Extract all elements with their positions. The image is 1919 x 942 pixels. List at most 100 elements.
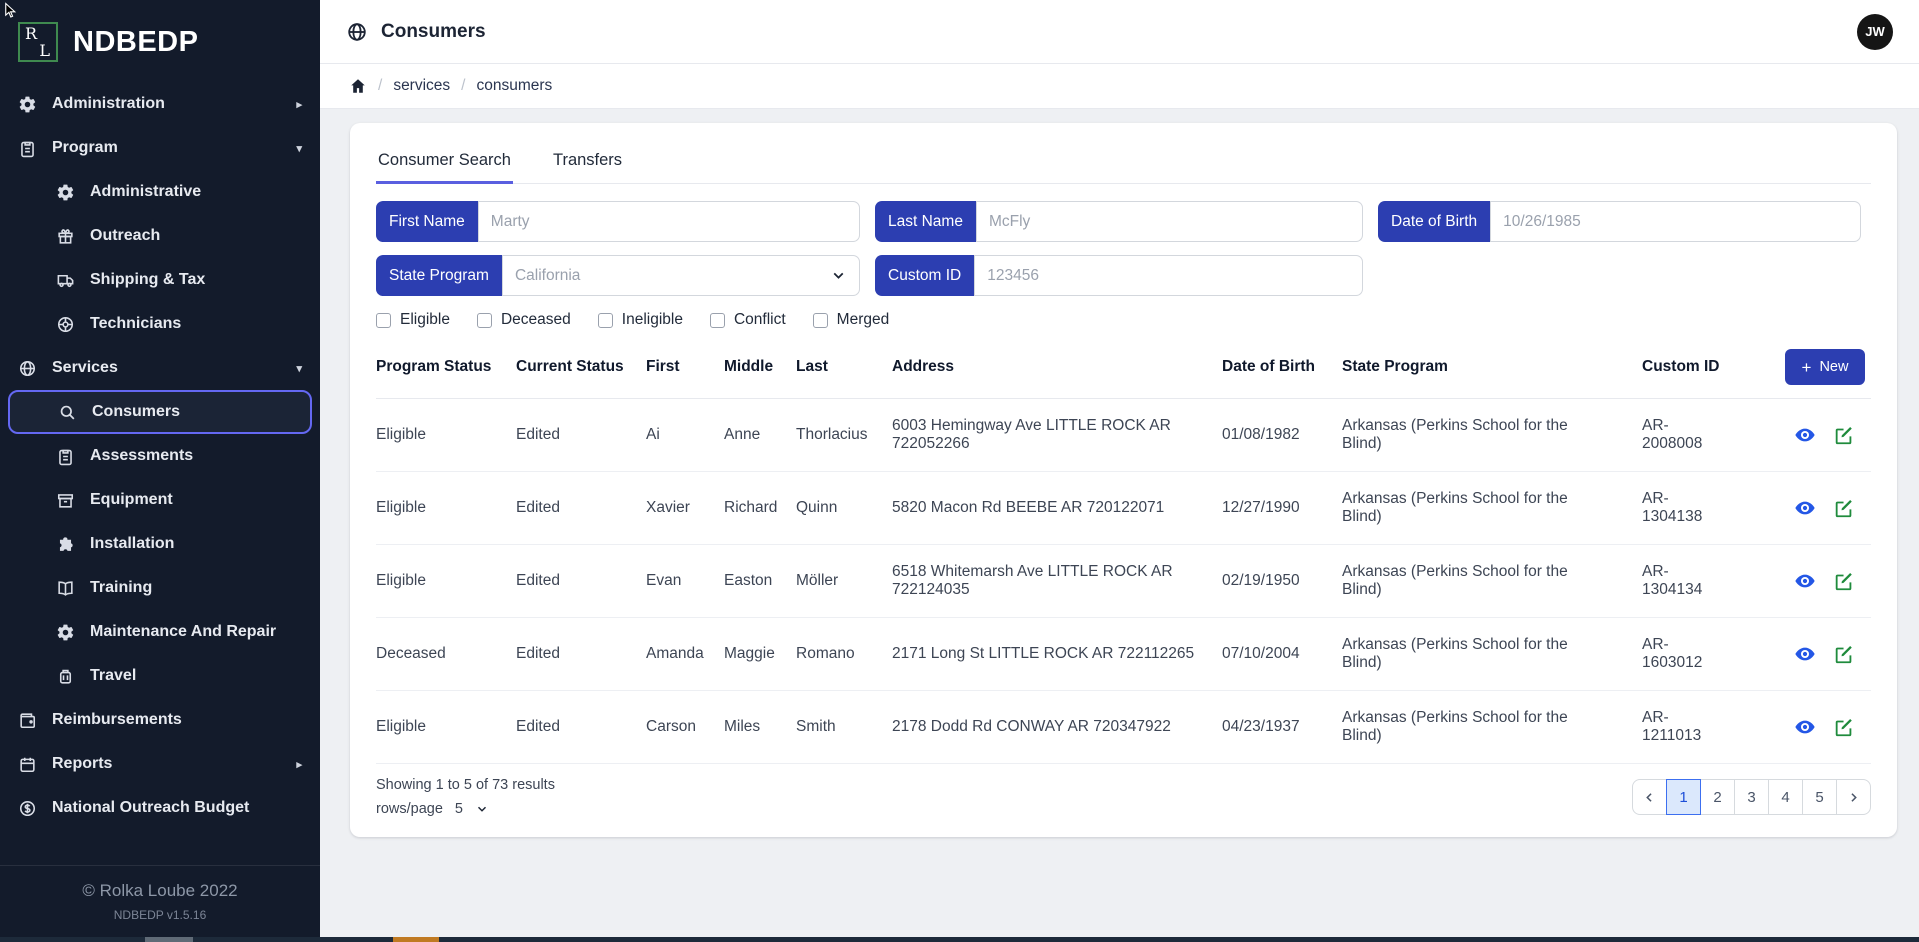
conflict-checkbox[interactable] — [710, 313, 725, 328]
cell-current-status: Edited — [516, 645, 646, 663]
sidebar-item-program[interactable]: Program — [0, 126, 320, 170]
sidebar-item-installation[interactable]: Installation — [0, 522, 320, 566]
table-header: Program Status Current Status First Midd… — [376, 335, 1871, 399]
sidebar-nav: Administration Program Administrative Ou… — [0, 82, 320, 865]
cell-current-status: Edited — [516, 499, 646, 517]
edit-button[interactable] — [1833, 570, 1855, 592]
cell-program-status: Eligible — [376, 718, 516, 736]
deceased-checkbox[interactable] — [477, 313, 492, 328]
sidebar-item-outreach[interactable]: Outreach — [0, 214, 320, 258]
copyright-text: © Rolka Loube 2022 — [0, 881, 320, 901]
state-program-select[interactable] — [502, 255, 860, 296]
eye-icon — [1794, 716, 1816, 738]
view-button[interactable] — [1794, 570, 1816, 592]
sidebar-item-label: Equipment — [90, 491, 173, 509]
cell-address: 6003 Hemingway Ave LITTLE ROCK AR 722052… — [892, 417, 1222, 453]
main-area: Consumers JW / services / consumers Cons… — [320, 0, 1919, 942]
sidebar-item-consumers[interactable]: Consumers — [8, 390, 312, 434]
cell-state-program: Arkansas (Perkins School for the Blind) — [1342, 417, 1590, 453]
sidebar-item-reimbursements[interactable]: Reimbursements — [0, 698, 320, 742]
next-page-button[interactable] — [1836, 779, 1871, 815]
edit-button[interactable] — [1833, 716, 1855, 738]
cell-custom-id: AR-2008008 — [1642, 417, 1706, 453]
first-name-input[interactable] — [478, 201, 860, 242]
previous-page-button[interactable] — [1632, 779, 1667, 815]
breadcrumb-services[interactable]: services — [393, 77, 450, 95]
checkbox-conflict: Conflict — [710, 311, 786, 329]
tab-transfers[interactable]: Transfers — [551, 141, 624, 183]
page-button-5[interactable]: 5 — [1802, 779, 1837, 815]
sidebar-item-technicians[interactable]: Technicians — [0, 302, 320, 346]
view-button[interactable] — [1794, 643, 1816, 665]
cell-dob: 07/10/2004 — [1222, 645, 1342, 663]
cell-last: Romano — [796, 645, 892, 663]
merged-checkbox[interactable] — [813, 313, 828, 328]
sidebar-item-services[interactable]: Services — [0, 346, 320, 390]
custom-id-input[interactable] — [974, 255, 1363, 296]
archive-icon — [56, 491, 75, 510]
sidebar-item-maintenance-and-repair[interactable]: Maintenance And Repair — [0, 610, 320, 654]
sidebar-item-travel[interactable]: Travel — [0, 654, 320, 698]
col-last: Last — [796, 358, 892, 376]
date-of-birth-input[interactable] — [1490, 201, 1861, 242]
sidebar-item-reports[interactable]: Reports — [0, 742, 320, 786]
edit-icon — [1833, 424, 1855, 446]
edit-button[interactable] — [1833, 643, 1855, 665]
sidebar-item-equipment[interactable]: Equipment — [0, 478, 320, 522]
cell-middle: Maggie — [724, 645, 796, 663]
cell-last: Smith — [796, 718, 892, 736]
col-date-of-birth: Date of Birth — [1222, 358, 1342, 376]
sidebar-item-training[interactable]: Training — [0, 566, 320, 610]
app-logo[interactable]: R L NDBEDP — [0, 0, 320, 78]
page-button-1[interactable]: 1 — [1666, 779, 1701, 815]
eye-icon — [1794, 424, 1816, 446]
page-button-4[interactable]: 4 — [1768, 779, 1803, 815]
sidebar: R L NDBEDP Administration Program Admini… — [0, 0, 320, 942]
page-button-3[interactable]: 3 — [1734, 779, 1769, 815]
view-button[interactable] — [1794, 497, 1816, 519]
bottom-bar-grey-segment — [145, 937, 193, 942]
last-name-label: Last Name — [875, 201, 976, 242]
sidebar-item-label: National Outreach Budget — [52, 799, 249, 817]
sidebar-item-label: Reports — [52, 755, 112, 773]
home-icon[interactable] — [349, 77, 367, 95]
cell-first: Ai — [646, 426, 724, 444]
cell-first: Carson — [646, 718, 724, 736]
state-program-field-group: State Program — [376, 255, 860, 296]
view-button[interactable] — [1794, 424, 1816, 446]
sidebar-item-administrative[interactable]: Administrative — [0, 170, 320, 214]
sidebar-item-label: Installation — [90, 535, 174, 553]
cell-last: Thorlacius — [796, 426, 892, 444]
sidebar-item-label: Administration — [52, 95, 165, 113]
eligible-checkbox[interactable] — [376, 313, 391, 328]
cell-middle: Easton — [724, 572, 796, 590]
chevron-right-icon — [296, 758, 302, 771]
sidebar-item-shipping-tax[interactable]: Shipping & Tax — [0, 258, 320, 302]
sidebar-item-label: Maintenance And Repair — [90, 623, 276, 641]
edit-button[interactable] — [1833, 424, 1855, 446]
new-consumer-button[interactable]: + New — [1785, 349, 1865, 385]
edit-button[interactable] — [1833, 497, 1855, 519]
view-button[interactable] — [1794, 716, 1816, 738]
plus-icon: + — [1802, 359, 1812, 376]
cell-custom-id: AR-1211013 — [1642, 709, 1738, 745]
last-name-input[interactable] — [976, 201, 1363, 242]
cell-current-status: Edited — [516, 426, 646, 444]
cell-dob: 02/19/1950 — [1222, 572, 1342, 590]
cell-first: Xavier — [646, 499, 724, 517]
cell-first: Evan — [646, 572, 724, 590]
cell-first: Amanda — [646, 645, 724, 663]
rows-per-page-select[interactable]: rows/page 5 — [376, 801, 555, 817]
eye-icon — [1794, 643, 1816, 665]
status-filter-checkboxes: Eligible Deceased Ineligible Conflict Me… — [376, 311, 1871, 329]
page-button-2[interactable]: 2 — [1700, 779, 1735, 815]
sidebar-item-assessments[interactable]: Assessments — [0, 434, 320, 478]
user-avatar[interactable]: JW — [1857, 14, 1893, 50]
breadcrumb-consumers[interactable]: consumers — [476, 77, 552, 95]
ineligible-checkbox[interactable] — [598, 313, 613, 328]
sidebar-item-administration[interactable]: Administration — [0, 82, 320, 126]
cell-program-status: Eligible — [376, 426, 516, 444]
sidebar-item-national-outreach-budget[interactable]: National Outreach Budget — [0, 786, 320, 830]
tab-consumer-search[interactable]: Consumer Search — [376, 141, 513, 184]
version-text: NDBEDP v1.5.16 — [0, 908, 320, 922]
